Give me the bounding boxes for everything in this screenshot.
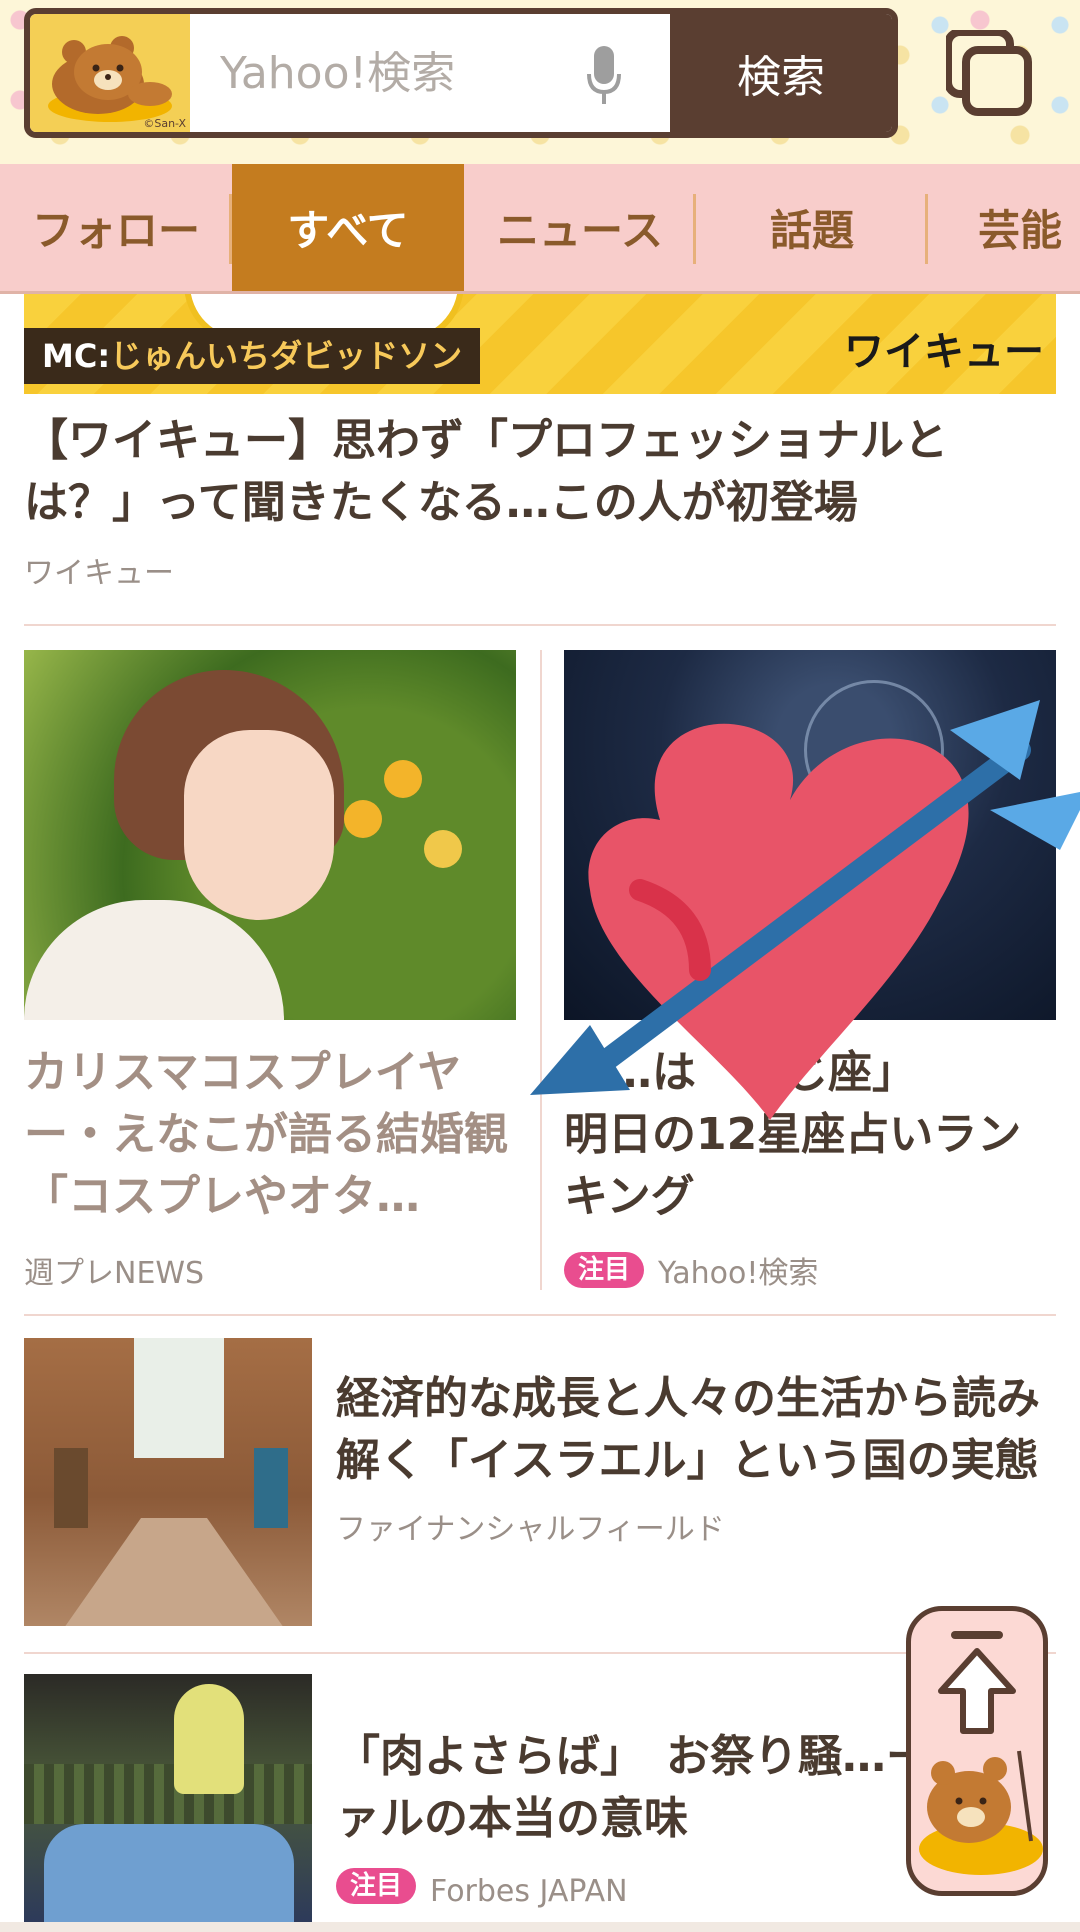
divider bbox=[24, 1652, 1056, 1654]
article-source: Forbes JAPAN bbox=[430, 1874, 628, 1909]
article-list-item[interactable]: 経済的な成長と人々の生活から読み解く「イスラエル」という国の実態 ファイナンシャ… bbox=[24, 1338, 1056, 1628]
banner-mc-name: じゅんいちダビッドソン bbox=[110, 337, 463, 375]
tab-topics[interactable]: 話題 bbox=[696, 164, 928, 291]
bear-mascot-icon bbox=[48, 36, 172, 122]
mic-icon[interactable] bbox=[586, 46, 622, 106]
featured-badge: 注目 bbox=[336, 1867, 417, 1904]
mascot-logo[interactable]: ©San-X bbox=[30, 14, 190, 132]
banner-mc-prefix: MC: bbox=[42, 337, 111, 375]
header: ©San-X 検索 bbox=[0, 0, 1080, 164]
article-source: 週プレNEWS bbox=[24, 1256, 205, 1291]
arrow-up-icon bbox=[919, 1631, 1043, 1875]
banner-mc-label: MC:じゅんいちダビッドソン bbox=[24, 328, 481, 384]
tabs-icon[interactable] bbox=[946, 30, 1032, 116]
tab-follow[interactable]: フォロー bbox=[0, 164, 232, 291]
search-box: ©San-X 検索 bbox=[24, 8, 898, 138]
divider bbox=[24, 624, 1056, 626]
article-title: 経済的な成長と人々の生活から読み解く「イスラエル」という国の実態 bbox=[336, 1373, 1040, 1486]
scroll-top-button[interactable] bbox=[906, 1606, 1048, 1896]
category-tabs: フォロー すべて ニュース 話題 芸能 bbox=[0, 164, 1080, 294]
article-thumbnail bbox=[24, 1338, 312, 1626]
search-field-area[interactable] bbox=[190, 14, 670, 132]
promo-banner[interactable]: MC:じゅんいちダビッドソン ワイキュー bbox=[24, 294, 1056, 394]
mascot-credit: ©San-X bbox=[143, 117, 186, 130]
divider bbox=[24, 1314, 1056, 1316]
tab-all[interactable]: すべて bbox=[232, 164, 464, 291]
article-thumbnail bbox=[24, 1674, 312, 1922]
bottom-bar bbox=[0, 1922, 1080, 1932]
featured-badge: 注目 bbox=[564, 1252, 645, 1288]
search-input[interactable] bbox=[220, 14, 550, 132]
article-source: Yahoo!検索 bbox=[658, 1256, 819, 1291]
article-source: ワイキュー bbox=[24, 556, 174, 591]
article-source: ファイナンシャルフィールド bbox=[336, 1512, 725, 1547]
article-top[interactable]: 【ワイキュー】思わず「プロフェッショナルとは？」って聞きたくなる…この人が初登場… bbox=[24, 410, 1056, 592]
article-thumbnail bbox=[24, 650, 516, 1020]
tab-news[interactable]: ニュース bbox=[464, 164, 696, 291]
article-title: カリスマコスプレイヤー・えなこが語る結婚観「コスプレやオタ… bbox=[24, 1047, 508, 1222]
search-button[interactable]: 検索 bbox=[670, 14, 892, 132]
banner-logo: ワイキュー bbox=[844, 329, 1044, 375]
article-list-item[interactable]: 「肉よさらば」 お祭り騒…ーニヴァルの本当の意味 注目 Forbes JAPAN bbox=[24, 1674, 1056, 1922]
tab-entertainment[interactable]: 芸能 bbox=[928, 164, 1080, 291]
article-grid-left[interactable]: カリスマコスプレイヤー・えなこが語る結婚観「コスプレやオタ… 週プレNEWS bbox=[24, 650, 516, 1292]
article-title: 【ワイキュー】思わず「プロフェッショナルとは？」って聞きたくなる…この人が初登場 bbox=[24, 415, 948, 528]
heart-with-arrow-icon bbox=[530, 700, 1080, 1120]
